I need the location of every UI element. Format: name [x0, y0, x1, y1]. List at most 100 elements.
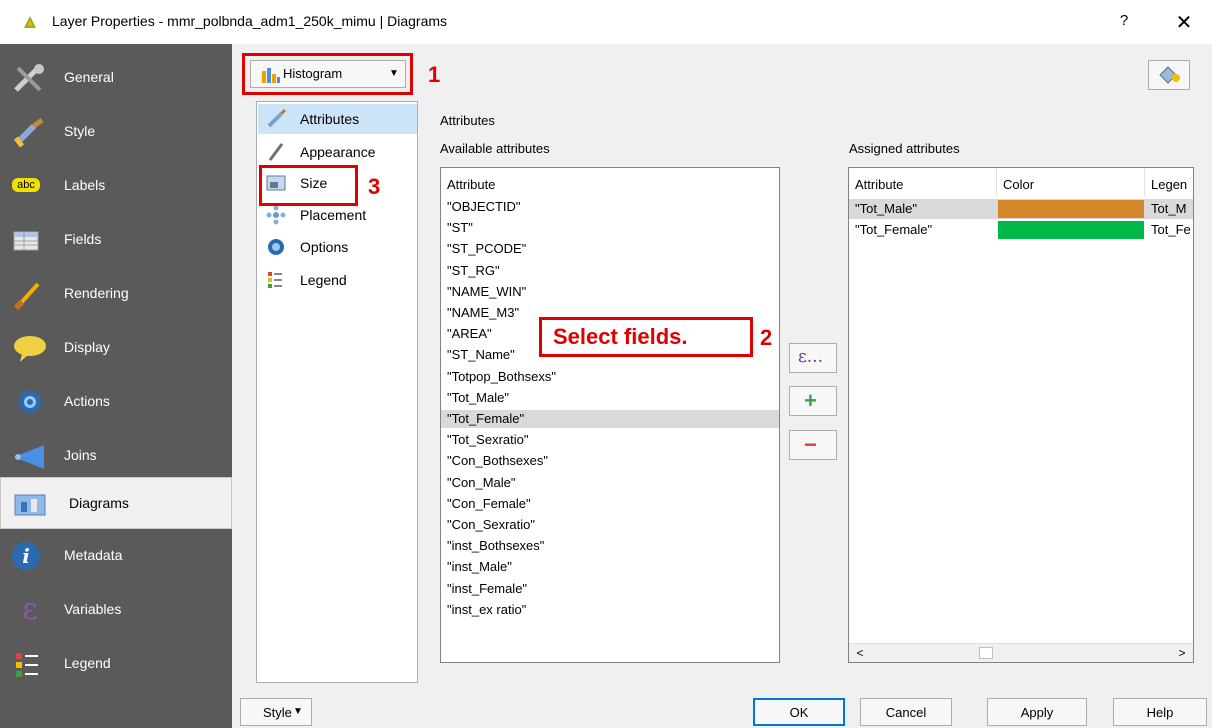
- sidebar-item-display[interactable]: Display: [0, 322, 232, 374]
- list-item[interactable]: "inst_Male": [441, 558, 779, 576]
- help-button[interactable]: ?: [1114, 12, 1134, 32]
- sidebar-item-rendering[interactable]: Rendering: [0, 268, 232, 320]
- list-item[interactable]: "OBJECTID": [441, 198, 779, 216]
- assigned-attribute-cell: "Tot_Male": [855, 201, 917, 216]
- sidebar-item-variables[interactable]: ε Variables: [0, 584, 232, 636]
- sidebar-item-actions[interactable]: Actions: [0, 376, 232, 428]
- list-item[interactable]: "Tot_Male": [441, 389, 779, 407]
- subnav-item-appearance[interactable]: Appearance: [258, 137, 417, 167]
- add-attribute-button[interactable]: +: [789, 386, 837, 416]
- scrollbar-thumb[interactable]: [979, 647, 993, 659]
- speech-bubble-icon: [14, 336, 46, 362]
- subnav-item-label: Appearance: [300, 144, 376, 160]
- remove-attribute-button[interactable]: −: [789, 430, 837, 460]
- available-attributes-label: Available attributes: [440, 141, 550, 156]
- list-item[interactable]: "inst_Female": [441, 580, 779, 598]
- style-menu-button[interactable]: Style ▼: [240, 698, 312, 726]
- sidebar-item-general[interactable]: General: [0, 52, 232, 104]
- legend-icon: [268, 272, 282, 288]
- abc-label-icon: abc: [12, 178, 40, 192]
- subnav-item-label: Attributes: [300, 111, 360, 127]
- sidebar-item-labels[interactable]: abc Labels: [0, 160, 232, 212]
- callout-number-2: 2: [760, 325, 773, 350]
- legend-cell[interactable]: Tot_M: [1145, 199, 1193, 219]
- gear-action-icon: [19, 391, 41, 413]
- apply-button[interactable]: Apply: [987, 698, 1087, 726]
- horizontal-scrollbar[interactable]: < >: [849, 643, 1193, 662]
- subnav-item-attributes[interactable]: Attributes: [258, 104, 417, 134]
- attributes-section-title: Attributes: [440, 113, 495, 128]
- column-header-color[interactable]: Color: [997, 168, 1145, 196]
- cancel-button[interactable]: Cancel: [860, 698, 952, 726]
- sidebar-item-diagrams[interactable]: Diagrams: [0, 477, 232, 529]
- callout-number-3: 3: [368, 174, 381, 199]
- sidebar-item-joins[interactable]: Joins: [0, 430, 232, 482]
- subnav-item-label: Options: [300, 239, 349, 255]
- assigned-attributes-table[interactable]: Attribute Color Legen "Tot_Male" Tot_M "…: [848, 167, 1194, 663]
- list-item[interactable]: "inst_ex ratio": [441, 601, 779, 619]
- list-item[interactable]: "inst_Bothsexes": [441, 537, 779, 555]
- list-item[interactable]: "ST": [441, 219, 779, 237]
- list-item[interactable]: "ST_RG": [441, 262, 779, 280]
- gear-icon: [268, 239, 284, 255]
- epsilon-icon: ε: [22, 592, 38, 627]
- sidebar-item-label: Rendering: [64, 285, 129, 301]
- subnav-item-options[interactable]: Options: [258, 232, 417, 262]
- scroll-left-icon[interactable]: <: [851, 644, 869, 662]
- style-button-label: Style: [263, 705, 292, 720]
- legend-cell[interactable]: Tot_Fe: [1145, 220, 1193, 240]
- ok-button[interactable]: OK: [753, 698, 845, 726]
- subnav-item-legend[interactable]: Legend: [258, 265, 417, 295]
- chevron-down-icon: ▼: [293, 706, 303, 717]
- list-item[interactable]: "Con_Sexratio": [441, 516, 779, 534]
- sidebar-item-label: Fields: [64, 231, 102, 247]
- sidebar-item-label: Diagrams: [69, 495, 129, 511]
- help-bottom-button[interactable]: Help: [1113, 698, 1207, 726]
- sidebar-item-metadata[interactable]: i Metadata: [0, 530, 232, 582]
- list-item[interactable]: "Con_Female": [441, 495, 779, 513]
- diagram-settings-icon: [1159, 66, 1180, 84]
- sidebar: General Style abc Labels Fields Renderin…: [0, 44, 232, 728]
- legend-settings-button[interactable]: [1148, 60, 1190, 90]
- close-button[interactable]: ✕: [1172, 10, 1196, 34]
- sidebar-item-label: Metadata: [64, 547, 123, 563]
- color-swatch[interactable]: [998, 221, 1144, 239]
- list-item[interactable]: "ST_PCODE": [441, 240, 779, 258]
- scroll-right-icon[interactable]: >: [1173, 644, 1191, 662]
- info-icon: i: [12, 542, 40, 570]
- sidebar-item-style[interactable]: Style: [0, 106, 232, 158]
- list-item[interactable]: "Con_Male": [441, 474, 779, 492]
- column-header-legend[interactable]: Legen: [1145, 168, 1193, 196]
- title-bar: Layer Properties - mmr_polbnda_adm1_250k…: [0, 0, 1212, 44]
- qgis-logo-icon: [24, 16, 36, 28]
- column-header-attribute[interactable]: Attribute: [849, 168, 997, 196]
- list-column-header: Attribute: [447, 177, 496, 192]
- list-item[interactable]: "Tot_Female": [441, 410, 779, 428]
- plus-icon: +: [804, 388, 817, 413]
- table-row[interactable]: "Tot_Female" Tot_Fe: [849, 220, 1193, 240]
- sidebar-item-fields[interactable]: Fields: [0, 214, 232, 266]
- annotation-box-1: [242, 53, 413, 95]
- color-swatch[interactable]: [998, 200, 1144, 218]
- placement-icon: [266, 205, 286, 225]
- sidebar-item-legend[interactable]: Legend: [0, 638, 232, 690]
- sidebar-item-label: Style: [64, 123, 96, 139]
- sidebar-item-label: General: [64, 69, 114, 85]
- available-attributes-list[interactable]: Attribute "OBJECTID" "ST" "ST_PCODE" "ST_RG…: [440, 167, 780, 663]
- list-item[interactable]: "Tot_Sexratio": [441, 431, 779, 449]
- sidebar-item-label: Labels: [64, 177, 106, 193]
- list-item[interactable]: "Con_Bothsexes": [441, 452, 779, 470]
- brush-icon: [13, 282, 40, 310]
- list-item[interactable]: "NAME_WIN": [441, 283, 779, 301]
- table-icon: [13, 231, 39, 251]
- sidebar-item-label: Joins: [64, 447, 97, 463]
- table-row[interactable]: "Tot_Male" Tot_M: [849, 199, 1193, 219]
- diagram-icon: [14, 494, 46, 516]
- expression-button[interactable]: ε...: [789, 343, 837, 373]
- sidebar-item-label: Actions: [64, 393, 110, 409]
- sidebar-item-label: Legend: [64, 655, 111, 671]
- join-icon: [14, 445, 44, 469]
- sidebar-item-label: Display: [64, 339, 110, 355]
- list-item[interactable]: "Totpop_Bothsexs": [441, 368, 779, 386]
- sidebar-item-label: Variables: [64, 601, 122, 617]
